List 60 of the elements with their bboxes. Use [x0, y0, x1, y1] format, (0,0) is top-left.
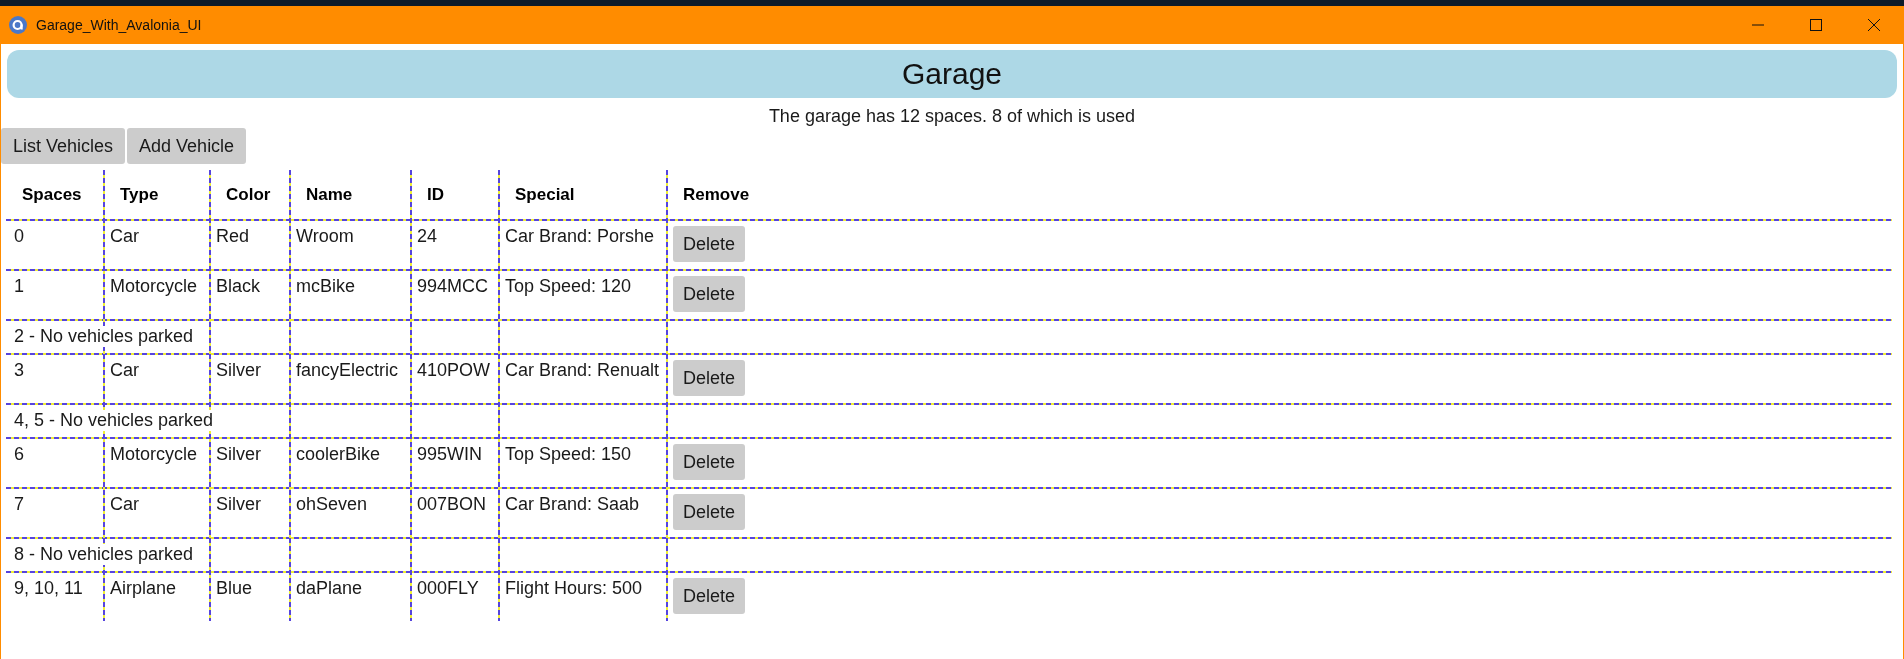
space-number: 6 — [14, 444, 24, 464]
delete-button[interactable]: Delete — [673, 444, 746, 480]
vehicle-color: Silver — [216, 444, 261, 464]
delete-button[interactable]: Delete — [673, 578, 746, 614]
vehicle-name: ohSeven — [296, 494, 368, 514]
space-number: 3 — [14, 360, 24, 380]
vehicle-name: mcBike — [296, 276, 355, 296]
vehicle-type: Motorcycle — [110, 444, 198, 464]
window-title: Garage_With_Avalonia_UI — [36, 17, 202, 33]
vehicle-type: Car — [110, 494, 139, 514]
vehicle-type: Car — [110, 360, 139, 380]
toolbar-button[interactable]: Add Vehicle — [127, 128, 247, 164]
vehicle-id: 410POW — [417, 360, 491, 380]
space-number: 9, 10, 11 — [14, 578, 83, 598]
column-header: Color — [226, 184, 271, 205]
vehicle-special: Car Brand: Porshe — [505, 226, 655, 246]
garage-summary: The garage has 12 spaces. 8 of which is used — [768, 106, 1136, 126]
vehicle-type: Airplane — [110, 578, 177, 598]
vehicle-color: Silver — [216, 494, 261, 514]
maximize-icon — [1810, 19, 1822, 31]
column-header: Type — [120, 184, 159, 205]
vehicle-special: Car Brand: Saab — [505, 494, 640, 514]
column-header: Remove — [683, 184, 750, 205]
vehicle-color: Red — [216, 226, 250, 246]
column-header: ID — [427, 184, 444, 205]
empty-spaces-text: 2 - No vehicles parked — [14, 325, 194, 347]
vehicle-color: Blue — [216, 578, 253, 598]
space-number: 0 — [14, 226, 24, 246]
space-number: 7 — [14, 494, 24, 514]
vehicle-id: 000FLY — [417, 578, 479, 598]
vehicle-name: coolerBike — [296, 444, 381, 464]
vehicle-name: Wroom — [296, 226, 354, 246]
vehicle-type: Motorcycle — [110, 276, 198, 296]
column-header: Special — [515, 184, 575, 205]
vehicle-id: 994MCC — [417, 276, 489, 296]
toolbar-button[interactable]: List Vehicles — [1, 128, 126, 164]
delete-button[interactable]: Delete — [673, 360, 746, 396]
vehicle-id: 24 — [417, 226, 438, 246]
vehicle-name: fancyElectric — [296, 360, 399, 380]
logo-icon — [9, 16, 27, 34]
vehicle-special: Top Speed: 150 — [505, 444, 632, 464]
vehicle-name: daPlane — [296, 578, 363, 598]
vehicle-color: Silver — [216, 360, 261, 380]
delete-button[interactable]: Delete — [673, 226, 746, 262]
empty-spaces-text: 4, 5 - No vehicles parked — [14, 409, 214, 431]
vehicle-id: 007BON — [417, 494, 487, 514]
page-title: Garage — [901, 57, 1003, 91]
vehicle-special: Car Brand: Renualt — [505, 360, 660, 380]
empty-spaces-text: 8 - No vehicles parked — [14, 543, 194, 565]
vehicle-special: Top Speed: 120 — [505, 276, 632, 296]
column-header: Name — [306, 184, 353, 205]
vehicle-color: Black — [216, 276, 260, 296]
delete-button[interactable]: Delete — [673, 494, 746, 530]
vehicle-id: 995WIN — [417, 444, 483, 464]
vehicle-type: Car — [110, 226, 139, 246]
vehicle-special: Flight Hours: 500 — [505, 578, 643, 598]
delete-button[interactable]: Delete — [673, 276, 746, 312]
close-icon — [1868, 19, 1880, 31]
space-number: 1 — [14, 276, 24, 296]
column-header: Spaces — [22, 184, 82, 205]
